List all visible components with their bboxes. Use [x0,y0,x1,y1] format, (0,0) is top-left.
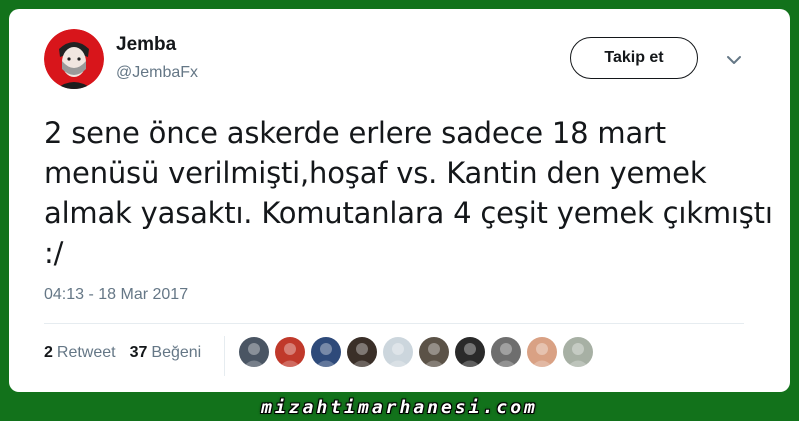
like-stat[interactable]: 37 Beğeni [130,344,202,362]
liker-avatar[interactable] [563,337,593,367]
liker-avatar[interactable] [419,337,449,367]
tweet-timestamp[interactable]: 04:13 - 18 Mar 2017 [44,286,188,304]
liker-avatar[interactable] [527,337,557,367]
liker-avatar[interactable] [455,337,485,367]
retweet-stat[interactable]: 2 Retweet [44,344,116,362]
liker-avatar[interactable] [491,337,521,367]
liker-avatar[interactable] [311,337,341,367]
tweet-card: Jemba @JembaFx Takip et 2 sene önce aske… [9,9,790,392]
like-count: 37 [129,344,148,361]
author-avatar[interactable] [44,29,104,89]
liker-avatar[interactable] [239,337,269,367]
follow-button[interactable]: Takip et [570,37,698,79]
tweet-stats: 2 Retweet 37 Beğeni [44,344,215,362]
retweet-count: 2 [44,344,53,361]
retweet-label: Retweet [56,344,116,361]
author-handle[interactable]: @JembaFx [116,64,198,82]
liker-avatar[interactable] [383,337,413,367]
divider [44,323,744,324]
liker-avatars [239,337,599,367]
chevron-down-icon[interactable] [725,54,743,66]
author-name[interactable]: Jemba [116,34,176,56]
stats-separator [224,336,225,376]
watermark: mizahtimarhanesi.com [261,396,538,418]
liker-avatar[interactable] [347,337,377,367]
like-label: Beğeni [151,344,202,361]
tweet-text: 2 sene önce askerde erlere sadece 18 mar… [44,116,773,270]
avatar-image [44,29,104,89]
liker-avatar[interactable] [275,337,305,367]
